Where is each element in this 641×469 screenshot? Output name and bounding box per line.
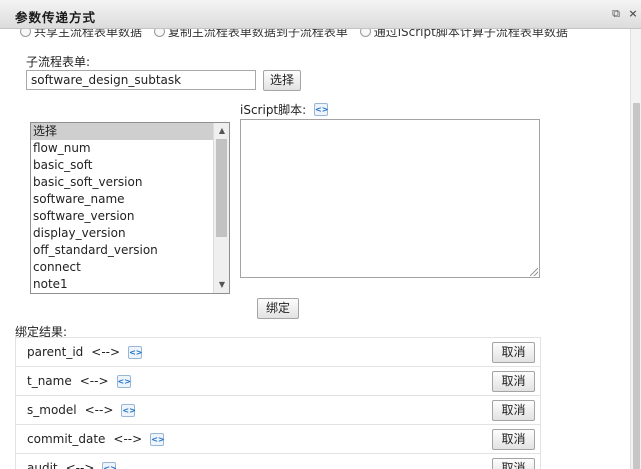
iscript-textarea[interactable] [240, 119, 540, 278]
field-name: t_name [27, 374, 72, 388]
radio-circle-icon [153, 29, 165, 37]
radio-share-data[interactable]: 共享主流程表单数据 [20, 29, 142, 40]
list-item[interactable]: note1 [31, 276, 214, 293]
binding-entry: s_model <--> <> [27, 403, 136, 417]
binding-arrow: <--> [91, 345, 121, 359]
insert-script-icon[interactable]: <> [150, 433, 165, 446]
radio-label: 通过iScript脚本计算子流程表单数据 [373, 29, 568, 39]
close-icon[interactable]: × [627, 8, 639, 20]
subform-label: 子流程表单: [26, 55, 91, 69]
insert-script-icon[interactable]: <> [116, 375, 131, 388]
listbox-scrollbar[interactable]: ▲ ▼ [213, 123, 229, 293]
radio-label: 复制主流程表单数据到子流程表单 [167, 29, 348, 39]
list-item[interactable]: software_name [31, 191, 214, 208]
list-item[interactable]: basic_soft_version [31, 174, 214, 191]
table-row: audit <--> <> 取消 [15, 454, 541, 469]
dialog-scrollbar[interactable] [630, 29, 641, 469]
window-titlebar: 参数传递方式 ⧉ × [0, 0, 641, 29]
bind-button[interactable]: 绑定 [257, 298, 299, 319]
cancel-binding-button[interactable]: 取消 [492, 400, 535, 421]
select-subform-button[interactable]: 选择 [263, 70, 301, 91]
field-name: audit [27, 461, 58, 469]
table-row: t_name <--> <> 取消 [15, 367, 541, 396]
table-row: commit_date <--> <> 取消 [15, 425, 541, 454]
field-list-items: 选择 flow_num basic_soft basic_soft_versio… [31, 123, 214, 293]
window-title: 参数传递方式 [15, 10, 97, 25]
cancel-binding-button[interactable]: 取消 [492, 371, 535, 392]
insert-script-icon[interactable]: <> [314, 103, 328, 116]
iscript-label: iScript脚本: [240, 101, 306, 118]
radio-circle-icon [20, 29, 31, 37]
maximize-icon[interactable]: ⧉ [610, 8, 622, 20]
cancel-binding-button[interactable]: 取消 [492, 342, 535, 363]
cancel-binding-button[interactable]: 取消 [492, 458, 535, 469]
radio-circle-icon [359, 29, 371, 37]
list-item[interactable]: off_standard_version [31, 242, 214, 259]
insert-script-icon[interactable]: <> [102, 462, 117, 469]
binding-entry: t_name <--> <> [27, 374, 131, 388]
resize-grip-icon[interactable] [530, 268, 538, 276]
bind-results-table: parent_id <--> <> 取消 t_name <--> <> 取消 s_mod… [15, 337, 541, 469]
param-mode-radio-group: 共享主流程表单数据 复制主流程表单数据到子流程表单 通过iScript脚本计算子… [20, 29, 576, 40]
scroll-up-icon[interactable]: ▲ [214, 124, 229, 138]
list-item[interactable]: basic_soft [31, 157, 214, 174]
cancel-binding-button[interactable]: 取消 [492, 429, 535, 450]
binding-arrow: <--> [79, 374, 109, 388]
table-row: parent_id <--> <> 取消 [15, 338, 541, 367]
list-item[interactable]: connect [31, 259, 214, 276]
insert-script-icon[interactable]: <> [121, 404, 136, 417]
field-listbox[interactable]: 选择 flow_num basic_soft basic_soft_versio… [30, 122, 230, 294]
list-item[interactable]: software_version [31, 208, 214, 225]
binding-arrow: <--> [84, 403, 114, 417]
field-name: parent_id [27, 345, 84, 359]
scroll-down-icon[interactable]: ▼ [214, 278, 229, 292]
field-name: s_model [27, 403, 77, 417]
iscript-label-text: iScript脚本: [240, 103, 307, 117]
subform-input[interactable] [26, 70, 256, 90]
binding-arrow: <--> [65, 461, 95, 469]
binding-entry: audit <--> <> [27, 461, 117, 469]
radio-copy-data[interactable]: 复制主流程表单数据到子流程表单 [153, 29, 348, 40]
binding-entry: commit_date <--> <> [27, 432, 165, 446]
binding-entry: parent_id <--> <> [27, 345, 142, 359]
field-name: commit_date [27, 432, 106, 446]
list-item[interactable]: 选择 [31, 123, 214, 140]
binding-arrow: <--> [113, 432, 143, 446]
list-item[interactable]: flow_num [31, 140, 214, 157]
listbox-scroll-thumb[interactable] [216, 139, 227, 237]
insert-script-icon[interactable]: <> [128, 346, 142, 359]
list-item[interactable]: display_version [31, 225, 214, 242]
radio-label: 共享主流程表单数据 [34, 29, 143, 39]
dialog-scroll-thumb[interactable] [633, 103, 640, 469]
radio-iscript-data[interactable]: 通过iScript脚本计算子流程表单数据 [359, 29, 568, 40]
table-row: s_model <--> <> 取消 [15, 396, 541, 425]
dialog-content: 共享主流程表单数据 复制主流程表单数据到子流程表单 通过iScript脚本计算子… [0, 29, 630, 469]
